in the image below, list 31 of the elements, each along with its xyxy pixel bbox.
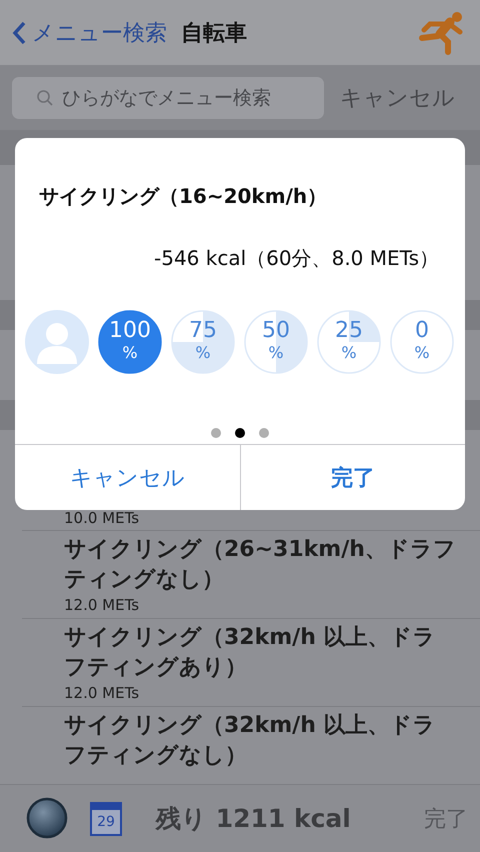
portion-option[interactable]: 50 %: [244, 310, 308, 374]
remaining-calories: 残り 1211 kcal: [156, 803, 351, 835]
screen-title: 自転車: [181, 20, 247, 48]
activity-title: サイクリング（26~31km/h、ドラフティングなし）: [64, 536, 456, 594]
mets-label: 12.0 METs: [64, 683, 140, 703]
cancel-button[interactable]: キャンセル: [340, 83, 455, 113]
activity-row[interactable]: サイクリング（26~31km/h、ドラフティングなし） 12.0 METs: [22, 530, 480, 618]
activity-title: サイクリング（32km/h 以上、ドラフティングあり）: [64, 624, 437, 682]
calendar-icon[interactable]: 29: [90, 802, 122, 836]
search-field[interactable]: ひらがなでメニュー検索: [12, 77, 324, 119]
activity-row[interactable]: サイクリング（32km/h 以上、ドラフティングなし）: [22, 706, 480, 774]
page-dot[interactable]: [235, 428, 245, 438]
search-icon: [36, 89, 54, 107]
mets-label: 10.0 METs: [64, 508, 140, 528]
portion-option[interactable]: 100 %: [98, 310, 162, 374]
activity-title: サイクリング（32km/h 以上、ドラフティングなし）: [64, 712, 437, 770]
portion-option[interactable]: 0 %: [390, 310, 454, 374]
activity-row[interactable]: サイクリング（32km/h 以上、ドラフティングあり） 12.0 METs: [22, 618, 480, 706]
chevron-left-icon: [12, 20, 26, 44]
done-button[interactable]: 完了: [240, 445, 465, 510]
page-dot[interactable]: [211, 428, 221, 438]
globe-icon[interactable]: [26, 796, 70, 840]
mets-label: 12.0 METs: [64, 595, 140, 615]
portion-option[interactable]: 25 %: [317, 310, 381, 374]
portion-option[interactable]: 75 %: [171, 310, 235, 374]
page-dot[interactable]: [259, 428, 269, 438]
calorie-detail: -546 kcal（60分、8.0 METs）: [153, 245, 440, 272]
back-button[interactable]: メニュー検索: [12, 18, 167, 48]
avatar-option[interactable]: [25, 310, 89, 374]
cancel-button[interactable]: キャンセル: [15, 445, 240, 510]
dialog-title: サイクリング（16~20km/h）: [38, 183, 328, 210]
